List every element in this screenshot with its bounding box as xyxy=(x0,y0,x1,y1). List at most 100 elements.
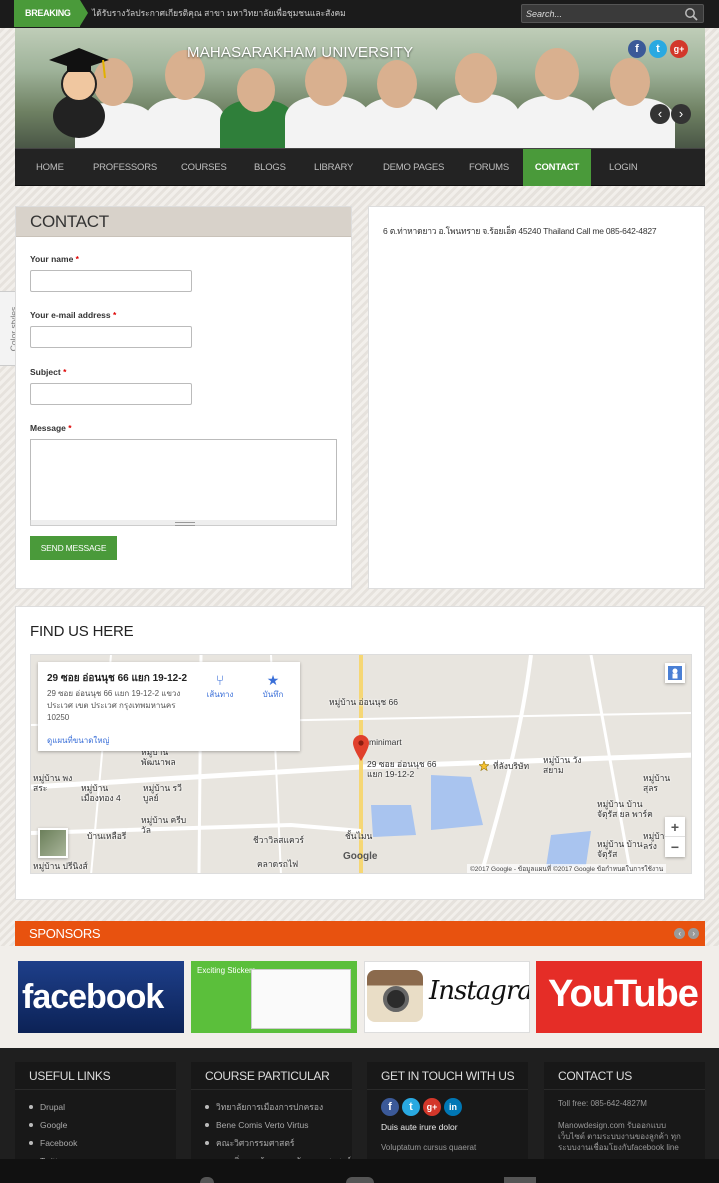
back-icon[interactable] xyxy=(200,1177,214,1183)
twitter-icon[interactable]: t xyxy=(649,40,667,58)
google-plus-icon[interactable]: g+ xyxy=(423,1098,441,1116)
line-app-window xyxy=(251,969,351,1029)
save-place-button[interactable]: ★ บันทึก xyxy=(253,672,293,701)
site-title: MAHASARAKHAM UNIVERSITY xyxy=(187,44,414,61)
nav-blogs[interactable]: BLOGS xyxy=(254,149,286,186)
banner-slider: MAHASARAKHAM UNIVERSITY f t g+ ‹ › xyxy=(15,28,705,148)
textarea-resize-handle[interactable] xyxy=(30,520,337,526)
map-card-title: 29 ซอย อ่อนนุช 66 แยก 19-12-2 xyxy=(47,673,188,684)
course-link[interactable]: Bene Comis Verto Virtus xyxy=(205,1116,352,1134)
nav-professors[interactable]: PROFESSORS xyxy=(93,149,157,186)
sponsors-next-button[interactable]: › xyxy=(688,928,699,939)
zoom-out-button[interactable]: − xyxy=(665,837,685,857)
map-pin-icon[interactable] xyxy=(353,735,369,761)
social-links: f t g+ xyxy=(628,40,688,58)
search-icon[interactable] xyxy=(684,7,698,21)
find-us-title: FIND US HERE xyxy=(30,623,134,640)
address-text: 6 ต.ท่าหาดยาว อ.โพนทราย จ.ร้อยเอ็ด 45240… xyxy=(383,226,657,236)
nav-library[interactable]: LIBRARY xyxy=(314,149,353,186)
get-in-touch-title: GET IN TOUCH WITH US xyxy=(367,1062,528,1090)
nav-login[interactable]: LOGIN xyxy=(609,149,638,186)
name-field[interactable] xyxy=(30,270,192,292)
star-icon: ★ xyxy=(266,672,280,688)
twitter-icon[interactable]: t xyxy=(402,1098,420,1116)
contact-form-panel: CONTACT Your name * Your e-mail address … xyxy=(15,206,352,589)
graduate-mascot-icon xyxy=(49,48,109,138)
address-panel: 6 ต.ท่าหาดยาว อ.โพนทราย จ.ร้อยเอ็ด 45240… xyxy=(368,206,705,589)
nav-contact[interactable]: CONTACT xyxy=(523,149,591,186)
home-icon[interactable] xyxy=(346,1177,374,1183)
sponsors-prev-button[interactable]: ‹ xyxy=(674,928,685,939)
nav-home[interactable]: HOME xyxy=(36,149,64,186)
facebook-sponsor-logo[interactable]: facebook xyxy=(18,961,184,1033)
street-view-pegman-icon[interactable] xyxy=(665,663,685,683)
satellite-toggle[interactable] xyxy=(38,828,68,858)
get-in-touch-heading: Duis aute irure dolor xyxy=(381,1122,458,1132)
contact-us-text: Manowdesign.com รับออกแบบเว็บไซต์ ตามระบ… xyxy=(558,1121,681,1152)
course-particular-column: COURSE PARTICULAR วิทยาลัยการเมืองการปกค… xyxy=(191,1062,352,1166)
youtube-wordmark: YouTube xyxy=(548,973,699,1015)
search-input[interactable] xyxy=(526,7,676,21)
breaking-badge: BREAKING xyxy=(14,0,88,27)
google-map[interactable]: หมู่บ้าน อ่อนนุช 66 minimart 29 ซอย อ่อน… xyxy=(30,654,692,874)
google-logo: Google xyxy=(343,851,378,862)
find-us-panel: FIND US HERE หมู่บ้าน อ่อนนุช 66 minimar… xyxy=(15,606,705,900)
footer-social-icons: f t g+ in xyxy=(367,1090,528,1116)
instagram-sponsor-logo[interactable]: Instagram xyxy=(364,961,530,1033)
subject-field[interactable] xyxy=(30,383,192,405)
nav-courses[interactable]: COURSES xyxy=(181,149,227,186)
line-sponsor-image[interactable]: Exciting Stickers xyxy=(191,961,357,1033)
map-label: หมู่บ้าน บ้านจัตุรัส ยล พาร์ค xyxy=(597,799,653,819)
news-ticker[interactable]: ได้รับรางวัลประกาศเกียรติคุณ สาขา มหาวิท… xyxy=(92,0,346,27)
email-field[interactable] xyxy=(30,326,192,348)
instagram-camera-icon xyxy=(367,970,423,1022)
sponsors-carousel: facebook Exciting Stickers Instagram You… xyxy=(0,946,719,1048)
sponsors-title: SPONSORS xyxy=(29,926,101,941)
sponsors-bar: SPONSORS ‹ › xyxy=(15,921,705,946)
youtube-sponsor-logo[interactable]: YouTube xyxy=(536,961,702,1033)
contact-us-column: CONTACT US Toll free: 085-642-4827M Mano… xyxy=(544,1062,705,1159)
contact-us-title: CONTACT US xyxy=(544,1062,705,1090)
star-marker-icon xyxy=(479,761,489,771)
map-label: ที่ลังบริษัท xyxy=(493,761,530,771)
subject-label: Subject * xyxy=(30,367,67,377)
search-box xyxy=(521,4,704,23)
footer-link[interactable]: Google xyxy=(29,1116,176,1134)
course-link[interactable]: คณะวิศวกรรมศาสตร์ xyxy=(205,1134,352,1152)
facebook-icon[interactable]: f xyxy=(628,40,646,58)
contact-title: CONTACT xyxy=(16,207,351,237)
course-link[interactable]: วิทยาลัยการเมืองการปกครอง xyxy=(205,1098,352,1116)
bottom-toolbar xyxy=(0,1159,719,1183)
map-label: บ้านเหลือรี xyxy=(87,831,127,841)
slider-prev-button[interactable]: ‹ xyxy=(650,104,670,124)
linkedin-icon[interactable]: in xyxy=(444,1098,462,1116)
zoom-in-button[interactable]: + xyxy=(665,817,685,837)
email-label: Your e-mail address * xyxy=(30,310,117,320)
directions-button[interactable]: ⑂ เส้นทาง xyxy=(200,672,240,701)
nav-forums[interactable]: FORUMS xyxy=(469,149,509,186)
map-label: หมู่บ้าน สุลร xyxy=(643,773,671,793)
map-zoom-control: + − xyxy=(665,817,685,857)
map-label: หมู่บ้าน วังสยาม xyxy=(543,755,582,775)
tollfree-text: Toll free: 085-642-4827M xyxy=(558,1099,647,1108)
message-label: Message * xyxy=(30,423,72,433)
map-label: คลาดรถไฟ xyxy=(257,859,299,869)
slider-next-button[interactable]: › xyxy=(671,104,691,124)
map-label: หมู่บ้าน ครีบวัล xyxy=(141,815,187,835)
map-attribution: ©2017 Google - ข้อมูลแผนที่ ©2017 Google… xyxy=(467,864,667,873)
map-label: หมู่บ้าน อ่อนนุช 66 xyxy=(329,697,398,707)
get-in-touch-column: GET IN TOUCH WITH US f t g+ in Duis aute… xyxy=(367,1062,528,1159)
footer-link[interactable]: Drupal xyxy=(29,1098,176,1116)
view-larger-map-link[interactable]: ดูแผนที่ขนาดใหญ่ xyxy=(47,734,109,747)
top-bar: BREAKING ได้รับรางวัลประกาศเกียรติคุณ สา… xyxy=(0,0,719,28)
send-message-button[interactable]: SEND MESSAGE xyxy=(30,536,117,560)
message-field[interactable] xyxy=(30,439,337,521)
tabs-icon[interactable] xyxy=(504,1177,536,1183)
facebook-icon[interactable]: f xyxy=(381,1098,399,1116)
useful-links-title: USEFUL LINKS xyxy=(15,1062,176,1090)
google-plus-icon[interactable]: g+ xyxy=(670,40,688,58)
map-card-address: 29 ซอย อ่อนนุช 66 แยก 19-12-2 แขวง ประเว… xyxy=(47,689,181,722)
footer-link[interactable]: Facebook xyxy=(29,1134,176,1152)
directions-icon: ⑂ xyxy=(215,672,225,688)
nav-demo-pages[interactable]: DEMO PAGES xyxy=(383,149,444,186)
